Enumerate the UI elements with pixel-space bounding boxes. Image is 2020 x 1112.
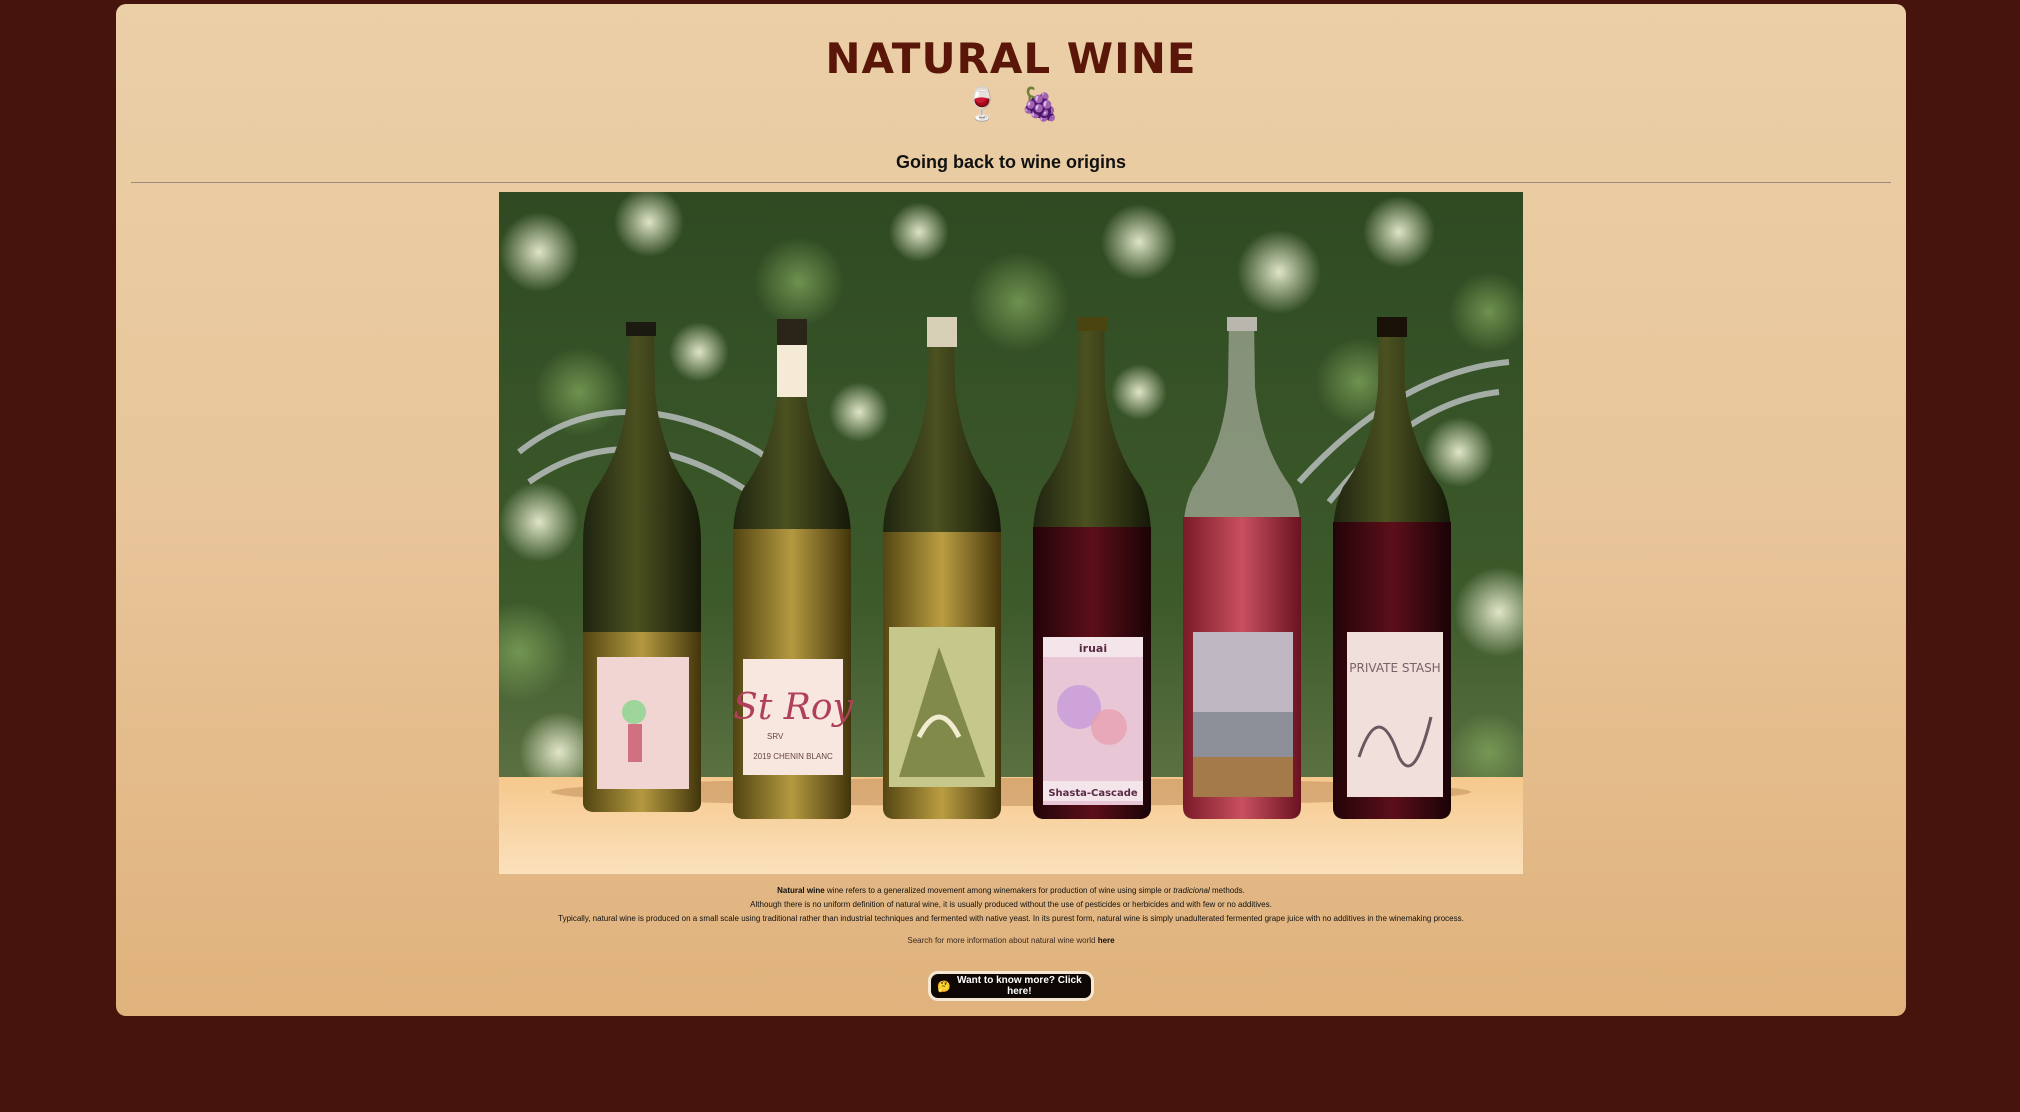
description-line-3: Typically, natural wine is produced on a…	[558, 914, 1464, 923]
bottle-2-sublabel-a: SRV	[767, 732, 784, 741]
bottle-2-label: St Roy	[733, 687, 853, 728]
page-title: NATURAL WINE	[825, 34, 1197, 83]
divider	[131, 182, 1891, 183]
description-text-b: methods.	[1209, 886, 1245, 895]
search-info-text: Search for more information about natura…	[907, 936, 1098, 945]
description-line-2: Although there is no uniform definition …	[750, 900, 1272, 909]
description-text-a: wine refers to a generalized movement am…	[824, 886, 1174, 895]
emoji-row: 🍷 🍇	[116, 84, 1906, 124]
know-more-button[interactable]: 🤔 Want to know more? Click here!	[928, 971, 1094, 1001]
description: Natural wine wine refers to a generalize…	[116, 884, 1906, 926]
bottle-4-label: iruai	[1079, 642, 1107, 655]
thinking-face-icon: 🤔	[937, 980, 951, 993]
search-here-link[interactable]: here	[1098, 936, 1115, 945]
hero-image: St Roy SRV 2019 CHENIN BLANC iruai Shast…	[499, 192, 1523, 874]
search-info: Search for more information about natura…	[116, 936, 1906, 945]
page-subtitle: Going back to wine origins	[895, 152, 1127, 172]
main-card: NATURAL WINE 🍷 🍇 Going back to wine orig…	[116, 4, 1906, 1016]
bottle-2-sublabel-b: 2019 CHENIN BLANC	[753, 752, 833, 761]
know-more-label: Want to know more? Click here!	[957, 975, 1082, 997]
bottle-4-sublabel: Shasta-Cascade	[1048, 788, 1138, 799]
description-italic: tradicional	[1173, 886, 1210, 895]
wine-bottles-photo: St Roy SRV 2019 CHENIN BLANC iruai Shast…	[499, 192, 1523, 874]
description-term: Natural wine	[777, 886, 825, 895]
bottle-6-label: PRIVATE STASH	[1349, 661, 1440, 675]
grapes-icon: 🍇	[1020, 85, 1060, 123]
wine-glass-icon: 🍷	[962, 85, 1002, 123]
description-line-1: Natural wine wine refers to a generalize…	[116, 884, 1906, 898]
